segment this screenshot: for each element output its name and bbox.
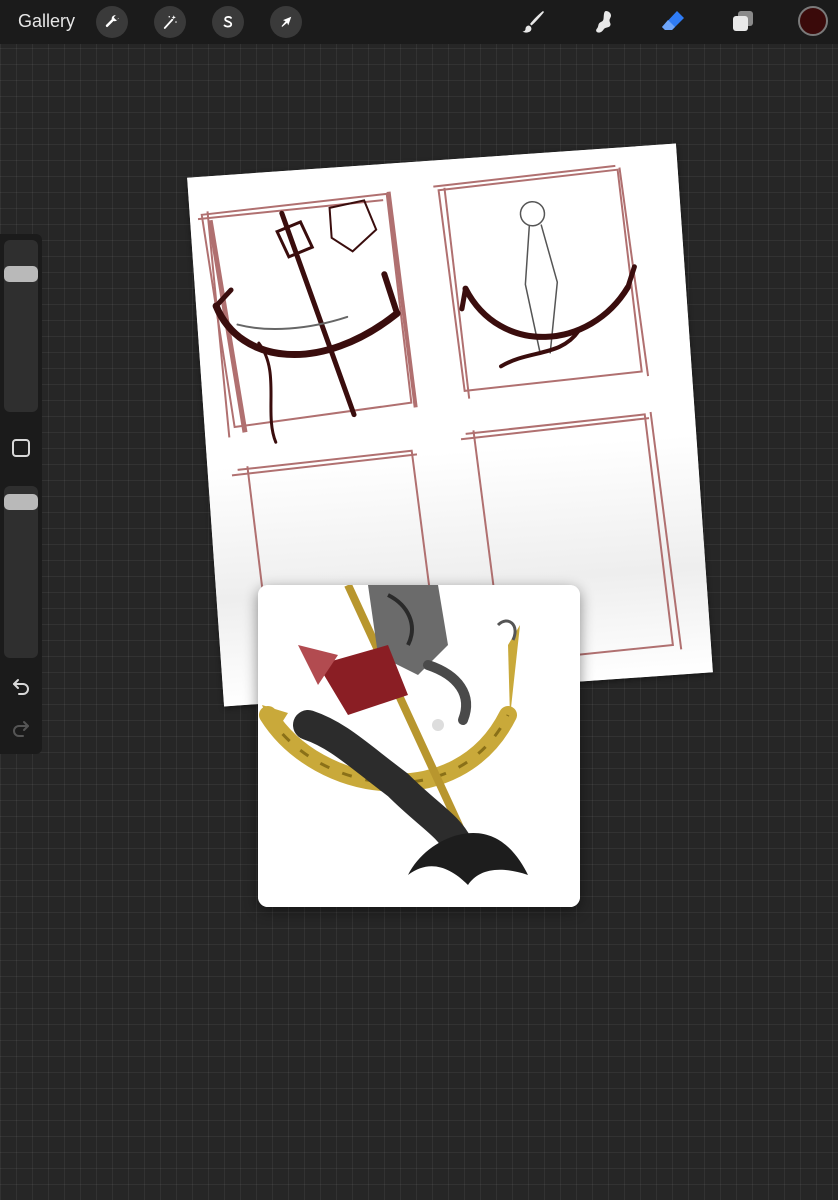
modify-square-icon[interactable] [12,439,30,457]
arrow-cursor-icon [281,16,292,27]
brush-icon [522,11,544,33]
smudge-icon [596,11,611,33]
smudge-tool[interactable] [587,6,619,38]
redo-icon [13,721,29,737]
color-picker-button[interactable] [798,6,828,36]
wrench-icon [105,15,119,28]
reference-image-window[interactable] [258,585,580,907]
opacity-handle[interactable] [4,493,38,510]
opacity-slider[interactable] [4,486,38,658]
eraser-icon [662,11,684,30]
undo-button[interactable] [9,674,33,698]
reference-artwork [258,585,580,907]
brush-size-slider[interactable] [4,240,38,412]
brush-tool[interactable] [517,6,549,38]
top-toolbar: Gallery [0,0,838,44]
transform-button[interactable] [270,6,302,38]
adjustments-button[interactable] [154,6,186,38]
eraser-tool[interactable] [657,6,689,38]
brush-size-handle[interactable] [4,265,38,282]
gallery-button[interactable]: Gallery [18,11,75,32]
magic-wand-icon [163,15,177,29]
left-sidebar [0,234,42,754]
actions-button[interactable] [96,6,128,38]
layers-tool[interactable] [727,6,759,38]
undo-icon [13,679,29,695]
selection-s-icon [223,16,233,28]
layers-icon [733,11,753,31]
selection-button[interactable] [212,6,244,38]
redo-button[interactable] [9,716,33,740]
